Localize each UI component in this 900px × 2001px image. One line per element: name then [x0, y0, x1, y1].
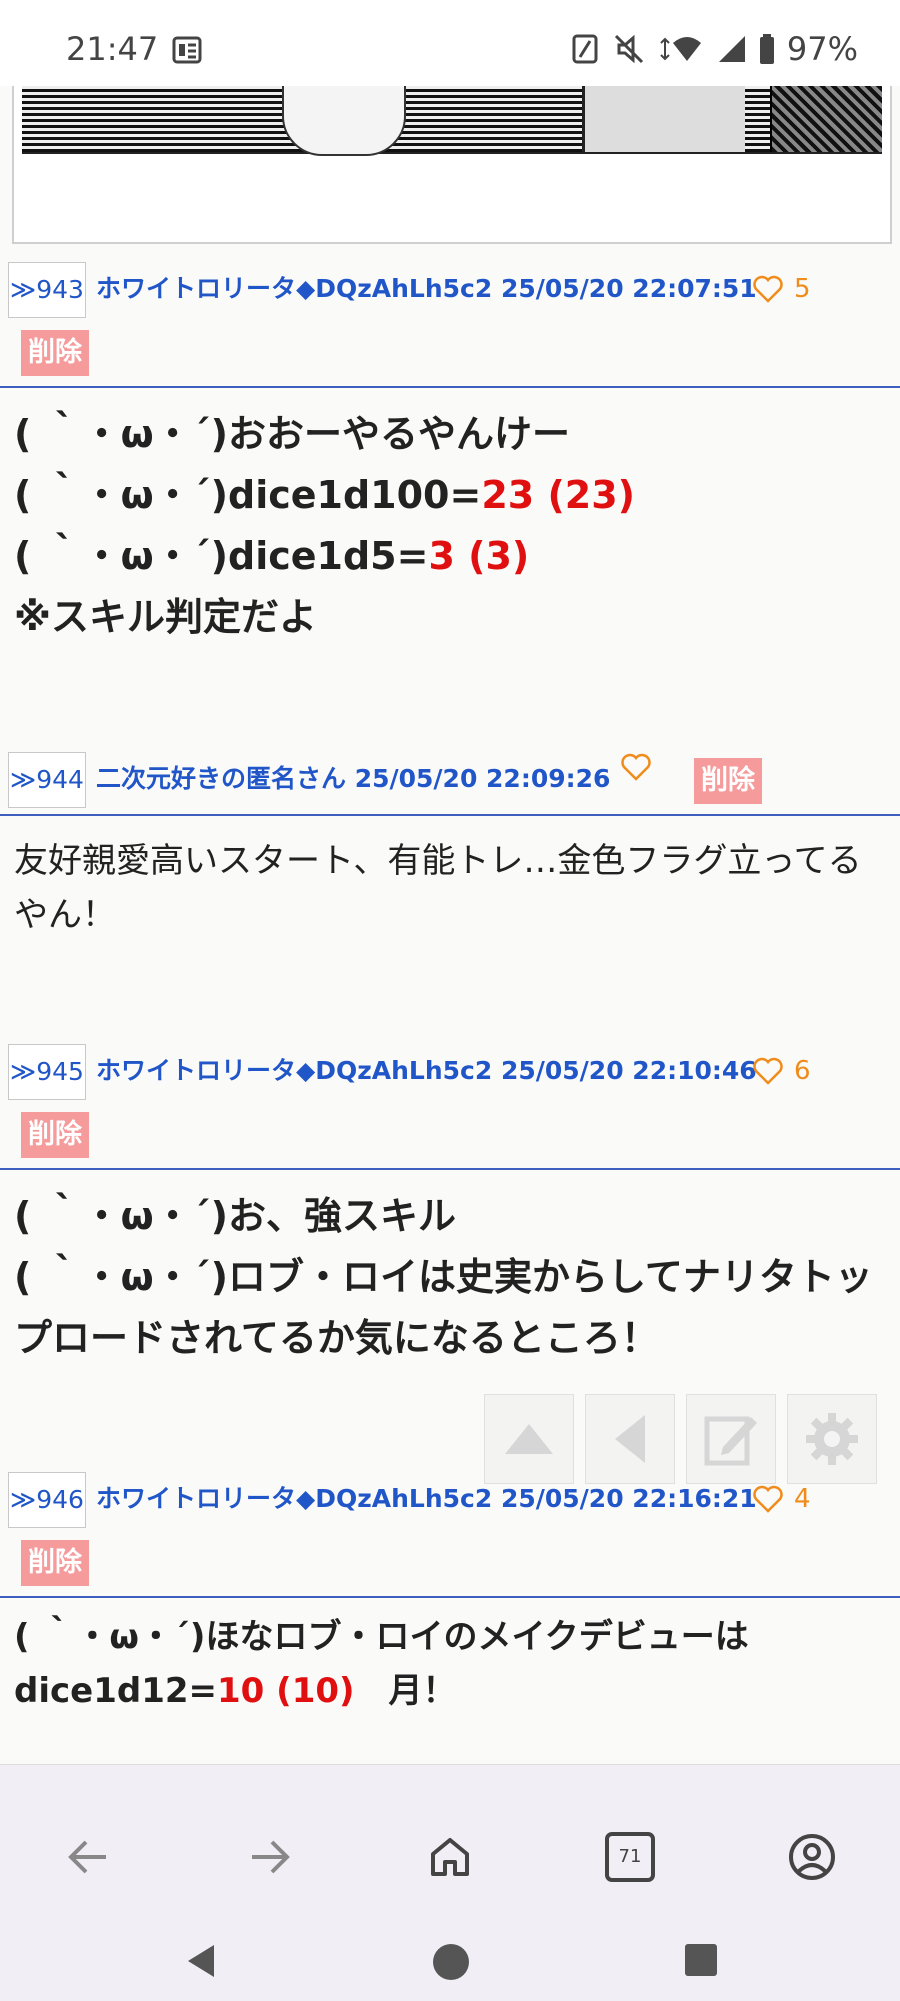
- system-home-icon: [433, 1944, 469, 1980]
- home-icon: [431, 1838, 469, 1876]
- post-line: ( ｀・ω・´)dice1d100=23 (23): [14, 473, 636, 517]
- system-home-button[interactable]: [432, 1943, 470, 1985]
- post-line: ( ｀・ω・´)ほなロブ・ロイのメイクデビューは: [14, 1617, 749, 1657]
- like-count: 5: [794, 274, 811, 304]
- manga-image[interactable]: [12, 86, 892, 244]
- thread-content[interactable]: ≫943 ホワイトロリータ◆DQzAhLh5c2 25/05/20 22:07:…: [0, 86, 900, 1764]
- nfc-icon: [572, 34, 598, 64]
- post-body-944: 友好親愛高いスタート、有能トレ…金色フラグ立ってるやん！: [14, 841, 862, 935]
- dice-result: 23 (23): [481, 473, 636, 517]
- post-body-943: ( ｀・ω・´)おおーやるやんけー ( ｀・ω・´)dice1d100=23 (…: [14, 404, 884, 648]
- account-icon: [789, 1834, 835, 1880]
- heart-icon: [753, 275, 783, 303]
- status-icons: 97%: [571, 30, 858, 68]
- signal-icon: [718, 36, 745, 62]
- news-notification-icon: [172, 36, 202, 68]
- post-meta: ホワイトロリータ◆DQzAhLh5c2 25/05/20 22:07:51: [96, 274, 757, 303]
- triangle-left-icon: [615, 1415, 645, 1463]
- post-line: dice1d12=10 (10) 月！: [14, 1671, 457, 1711]
- post-line: ( ｀・ω・´)ロブ・ロイは史実からしてナリタトップロードされてるか気になるとこ…: [14, 1255, 873, 1360]
- battery-percent: 97%: [786, 30, 858, 68]
- heart-icon: [753, 1485, 783, 1513]
- heart-icon: [621, 753, 651, 781]
- delete-button[interactable]: 削除: [21, 1112, 89, 1158]
- post-line: ( ｀・ω・´)お、強スキル: [14, 1194, 456, 1238]
- system-back-button[interactable]: [184, 1943, 218, 1983]
- post-meta: ホワイトロリータ◆DQzAhLh5c2 25/05/20 22:10:46: [96, 1056, 757, 1085]
- battery-icon: [759, 34, 774, 64]
- delete-button[interactable]: 削除: [21, 1540, 89, 1586]
- post-line: ※スキル判定だよ: [14, 595, 317, 639]
- delete-button[interactable]: 削除: [21, 330, 89, 376]
- post-meta: 二次元好きの匿名さん 25/05/20 22:09:26: [96, 764, 611, 793]
- like-count: 6: [794, 1056, 811, 1086]
- manga-image-art: [22, 86, 882, 156]
- arrow-left-icon: [68, 1840, 106, 1874]
- system-recents-icon: [685, 1944, 717, 1976]
- divider: [0, 1596, 900, 1598]
- tabs-button[interactable]: 71: [600, 1827, 660, 1887]
- status-bar: 21:47 97%: [0, 0, 900, 86]
- mute-icon: [614, 34, 643, 64]
- post-line: ( ｀・ω・´)dice1d5=3 (3): [14, 534, 530, 578]
- divider: [0, 386, 900, 388]
- delete-button[interactable]: 削除: [694, 758, 762, 804]
- system-recents-button[interactable]: [684, 1943, 718, 1981]
- edit-icon: [704, 1416, 757, 1466]
- res-number[interactable]: ≫946: [8, 1472, 86, 1528]
- post-line: ( ｀・ω・´)おおーやるやんけー: [14, 412, 570, 456]
- like-button[interactable]: [620, 752, 652, 782]
- triangle-up-icon: [505, 1424, 553, 1454]
- settings-button[interactable]: [787, 1394, 877, 1484]
- back-post-button[interactable]: [585, 1394, 675, 1484]
- gear-icon: [806, 1413, 858, 1465]
- status-time: 21:47: [66, 30, 159, 68]
- system-back-icon: [188, 1945, 214, 1977]
- bottom-navigation: 71: [0, 1764, 900, 2001]
- arrow-right-icon: [252, 1840, 290, 1874]
- like-button[interactable]: 6: [752, 1044, 811, 1098]
- account-button[interactable]: [782, 1827, 842, 1887]
- res-number[interactable]: ≫943: [8, 262, 86, 318]
- scroll-top-button[interactable]: [484, 1394, 574, 1484]
- heart-icon: [753, 1057, 783, 1085]
- dice-result: 3 (3): [428, 534, 530, 578]
- like-button[interactable]: 5: [752, 262, 811, 316]
- post-body-945: ( ｀・ω・´)お、強スキル ( ｀・ω・´)ロブ・ロイは史実からしてナリタトッ…: [14, 1186, 884, 1369]
- res-number[interactable]: ≫945: [8, 1044, 86, 1100]
- tab-count: 71: [605, 1832, 655, 1882]
- post-body-946: ( ｀・ω・´)ほなロブ・ロイのメイクデビューは dice1d12=10 (10…: [14, 1610, 884, 1718]
- wifi-icon: [660, 37, 701, 61]
- res-number[interactable]: ≫944: [8, 752, 86, 808]
- browser-back-button[interactable]: [58, 1827, 118, 1887]
- dice-result: 10 (10): [217, 1671, 355, 1711]
- browser-forward-button[interactable]: [240, 1827, 300, 1887]
- divider: [0, 1168, 900, 1170]
- write-post-button[interactable]: [686, 1394, 776, 1484]
- home-button[interactable]: [420, 1827, 480, 1887]
- divider: [0, 814, 900, 816]
